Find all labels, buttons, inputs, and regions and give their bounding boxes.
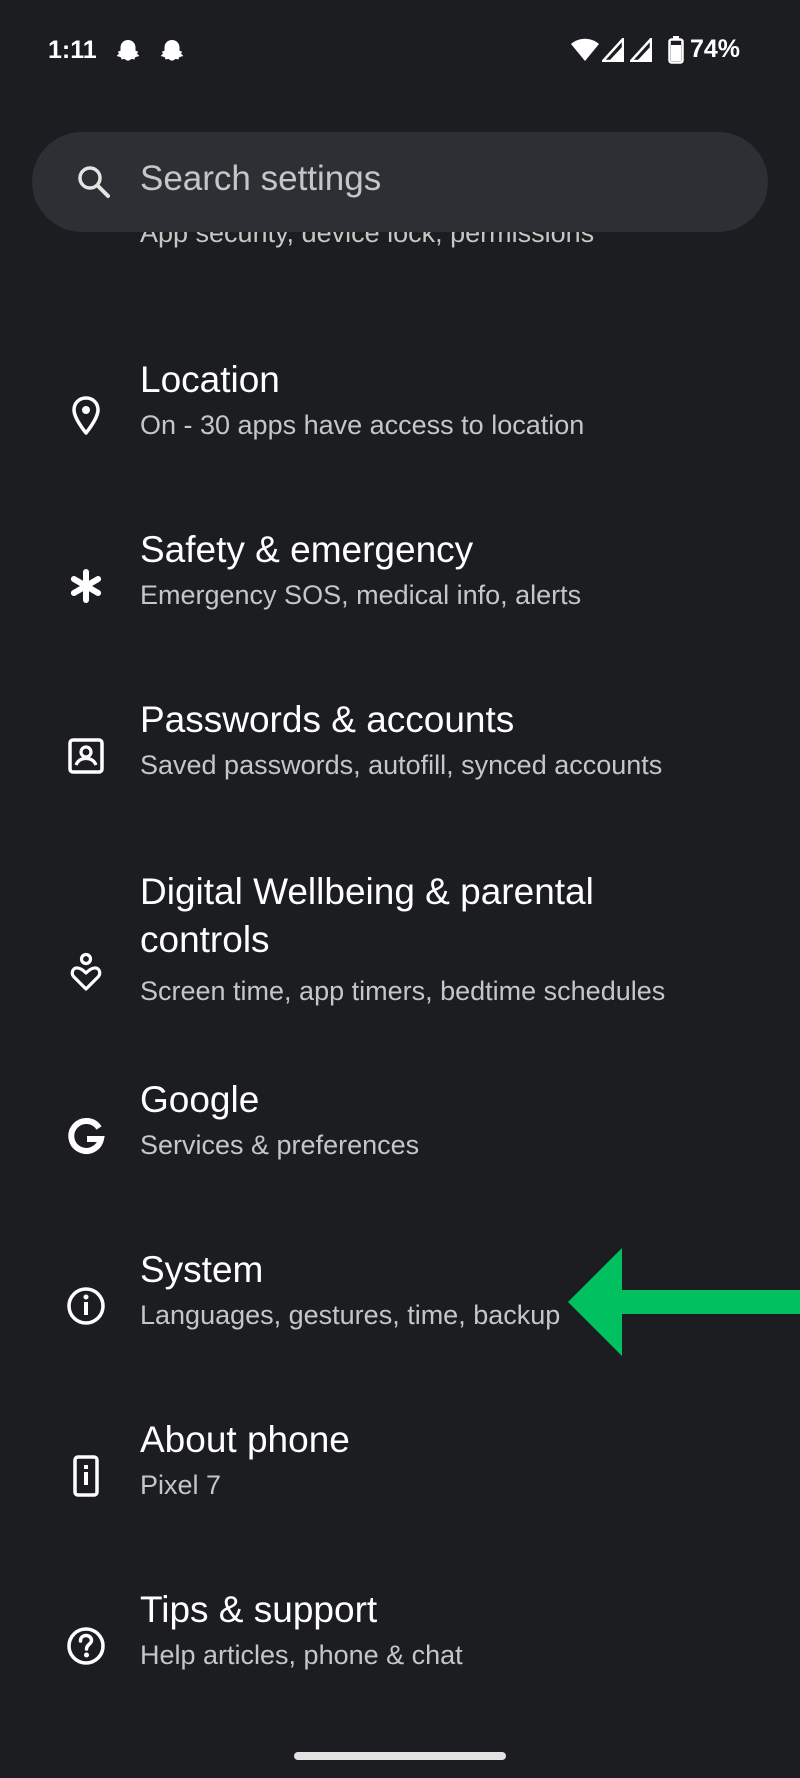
status-time: 1:11 xyxy=(48,36,97,64)
phone-icon xyxy=(73,1455,99,1497)
cell-signal-icon xyxy=(602,38,624,62)
settings-item-passwords[interactable]: Passwords & accounts Saved passwords, au… xyxy=(0,699,800,832)
snapchat-icon xyxy=(160,40,184,61)
settings-item-location[interactable]: Location On - 30 apps have access to loc… xyxy=(0,359,800,492)
wellbeing-title: Digital Wellbeing & parental xyxy=(140,871,594,912)
google-subtitle: Services & preferences xyxy=(140,1130,420,1160)
location-title: Location xyxy=(140,359,280,400)
snapchat-icon xyxy=(116,40,140,61)
system-subtitle: Languages, gestures, time, backup xyxy=(140,1300,561,1330)
wellbeing-icon xyxy=(70,952,102,991)
google-icon xyxy=(68,1118,105,1154)
search-bar[interactable]: Search settings xyxy=(32,132,768,232)
settings-item-about-phone[interactable]: About phone Pixel 7 xyxy=(0,1419,800,1552)
info-icon xyxy=(67,1287,105,1325)
battery-icon xyxy=(668,36,684,64)
gesture-nav-handle[interactable] xyxy=(294,1752,506,1760)
annotation-arrow-shape xyxy=(568,1248,800,1356)
wifi-icon xyxy=(571,38,599,61)
wellbeing-title-line2: controls xyxy=(140,919,270,960)
settings-list: App security, device lock, permissions L… xyxy=(0,232,800,1712)
google-title: Google xyxy=(140,1079,260,1120)
location-subtitle: On - 30 apps have access to location xyxy=(140,410,585,440)
help-icon xyxy=(67,1627,105,1665)
about-phone-title: About phone xyxy=(140,1419,350,1460)
account-box-icon xyxy=(68,738,104,774)
wellbeing-subtitle: Screen time, app timers, bedtime schedul… xyxy=(140,976,666,1006)
settings-item-digital-wellbeing[interactable]: Digital Wellbeing & parental controls Sc… xyxy=(0,868,800,1068)
tips-subtitle: Help articles, phone & chat xyxy=(140,1640,463,1670)
passwords-subtitle: Saved passwords, autofill, synced accoun… xyxy=(140,750,663,780)
tips-title: Tips & support xyxy=(140,1589,378,1630)
location-pin-icon xyxy=(72,396,100,435)
search-icon xyxy=(78,166,110,198)
status-bar: 1:11 74% xyxy=(0,0,800,100)
search-placeholder: Search settings xyxy=(140,159,382,198)
about-phone-subtitle: Pixel 7 xyxy=(140,1470,222,1500)
settings-item-safety[interactable]: Safety & emergency Emergency SOS, medica… xyxy=(0,529,800,662)
settings-item-tips-support[interactable]: Tips & support Help articles, phone & ch… xyxy=(0,1589,800,1712)
passwords-title: Passwords & accounts xyxy=(140,699,515,740)
security-subtitle-partial: App security, device lock, permissions xyxy=(140,232,595,248)
safety-subtitle: Emergency SOS, medical info, alerts xyxy=(140,580,582,610)
system-title: System xyxy=(140,1249,264,1290)
settings-item-google[interactable]: Google Services & preferences xyxy=(0,1079,800,1212)
safety-title: Safety & emergency xyxy=(140,529,474,570)
asterisk-icon xyxy=(70,569,102,603)
annotation-arrow-icon xyxy=(568,1248,800,1356)
cell-signal-icon xyxy=(630,38,652,62)
battery-percent: 74% xyxy=(690,35,741,63)
